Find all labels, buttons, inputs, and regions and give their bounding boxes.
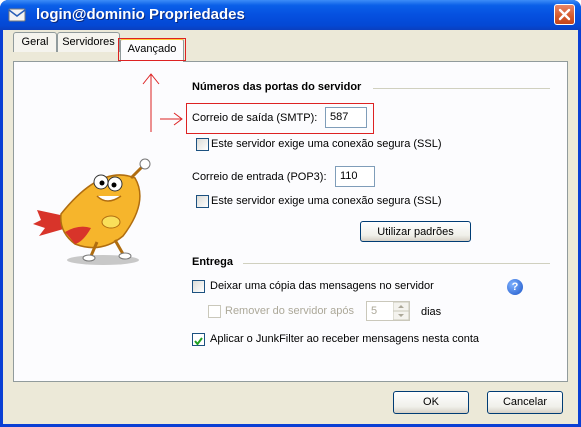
remove-days-spinner[interactable]: 5 bbox=[366, 301, 410, 321]
keep-copy-label: Deixar uma cópia das mensagens no servid… bbox=[210, 280, 434, 292]
close-button[interactable] bbox=[554, 4, 575, 25]
smtp-ssl-label: Este servidor exige uma conexão segura (… bbox=[211, 138, 442, 150]
tab-geral[interactable]: Geral bbox=[13, 32, 57, 52]
cancel-button[interactable]: Cancelar bbox=[487, 391, 563, 414]
pop3-ssl-checkbox[interactable] bbox=[196, 195, 209, 208]
checkmark-icon bbox=[194, 337, 203, 346]
remove-after-checkbox[interactable] bbox=[208, 305, 221, 318]
remove-days-value: 5 bbox=[371, 305, 378, 317]
right-arrow-annotation bbox=[160, 112, 183, 126]
dialog-client: Geral Servidores Avançado Números das po… bbox=[3, 30, 578, 424]
spinner-arrows-icon[interactable] bbox=[393, 302, 409, 320]
group-divider bbox=[373, 88, 550, 89]
ports-group-title: Números das portas do servidor bbox=[192, 81, 362, 93]
delivery-group-title: Entrega bbox=[192, 256, 233, 268]
help-icon[interactable]: ? bbox=[507, 279, 523, 295]
account-icon bbox=[8, 8, 26, 22]
junkfilter-checkbox[interactable] bbox=[192, 333, 205, 346]
title-bar[interactable]: login@dominio Propriedades bbox=[0, 0, 581, 30]
use-defaults-button[interactable]: Utilizar padrões bbox=[360, 221, 471, 242]
pop3-port-input[interactable]: 110 bbox=[335, 166, 375, 187]
group-divider bbox=[243, 263, 550, 264]
tab-label: Geral bbox=[21, 36, 49, 48]
close-icon bbox=[558, 8, 571, 21]
mascot-illustration bbox=[33, 158, 151, 265]
keep-copy-checkbox[interactable] bbox=[192, 280, 205, 293]
junkfilter-label: Aplicar o JunkFilter ao receber mensagen… bbox=[210, 333, 480, 345]
smtp-port-input[interactable]: 587 bbox=[325, 107, 367, 128]
days-label: dias bbox=[421, 306, 442, 318]
tab-highlight-box bbox=[118, 38, 186, 61]
pop3-label: Correio de entrada (POP3): bbox=[192, 171, 327, 183]
tab-servidores[interactable]: Servidores bbox=[57, 32, 120, 52]
dialog-window: login@dominio Propriedades Geral Servido… bbox=[0, 0, 581, 427]
remove-after-label: Remover do servidor após bbox=[225, 305, 355, 317]
pop3-ssl-label: Este servidor exige uma conexão segura (… bbox=[211, 195, 442, 207]
smtp-ssl-checkbox[interactable] bbox=[196, 138, 209, 151]
tab-label: Servidores bbox=[62, 36, 115, 48]
smtp-label: Correio de saída (SMTP): bbox=[192, 112, 318, 124]
ok-button[interactable]: OK bbox=[393, 391, 469, 414]
window-title: login@dominio Propriedades bbox=[36, 6, 245, 23]
